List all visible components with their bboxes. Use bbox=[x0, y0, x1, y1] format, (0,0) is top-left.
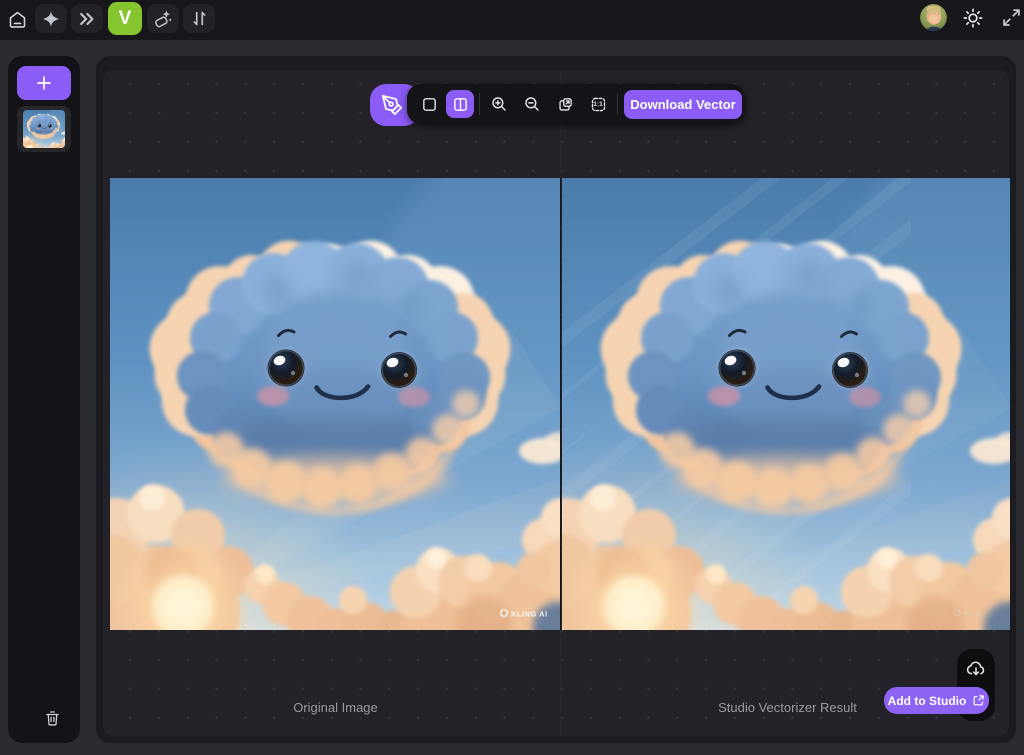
svg-text:KLING AI: KLING AI bbox=[511, 610, 548, 619]
svg-text:K···A: K···A bbox=[964, 611, 981, 618]
